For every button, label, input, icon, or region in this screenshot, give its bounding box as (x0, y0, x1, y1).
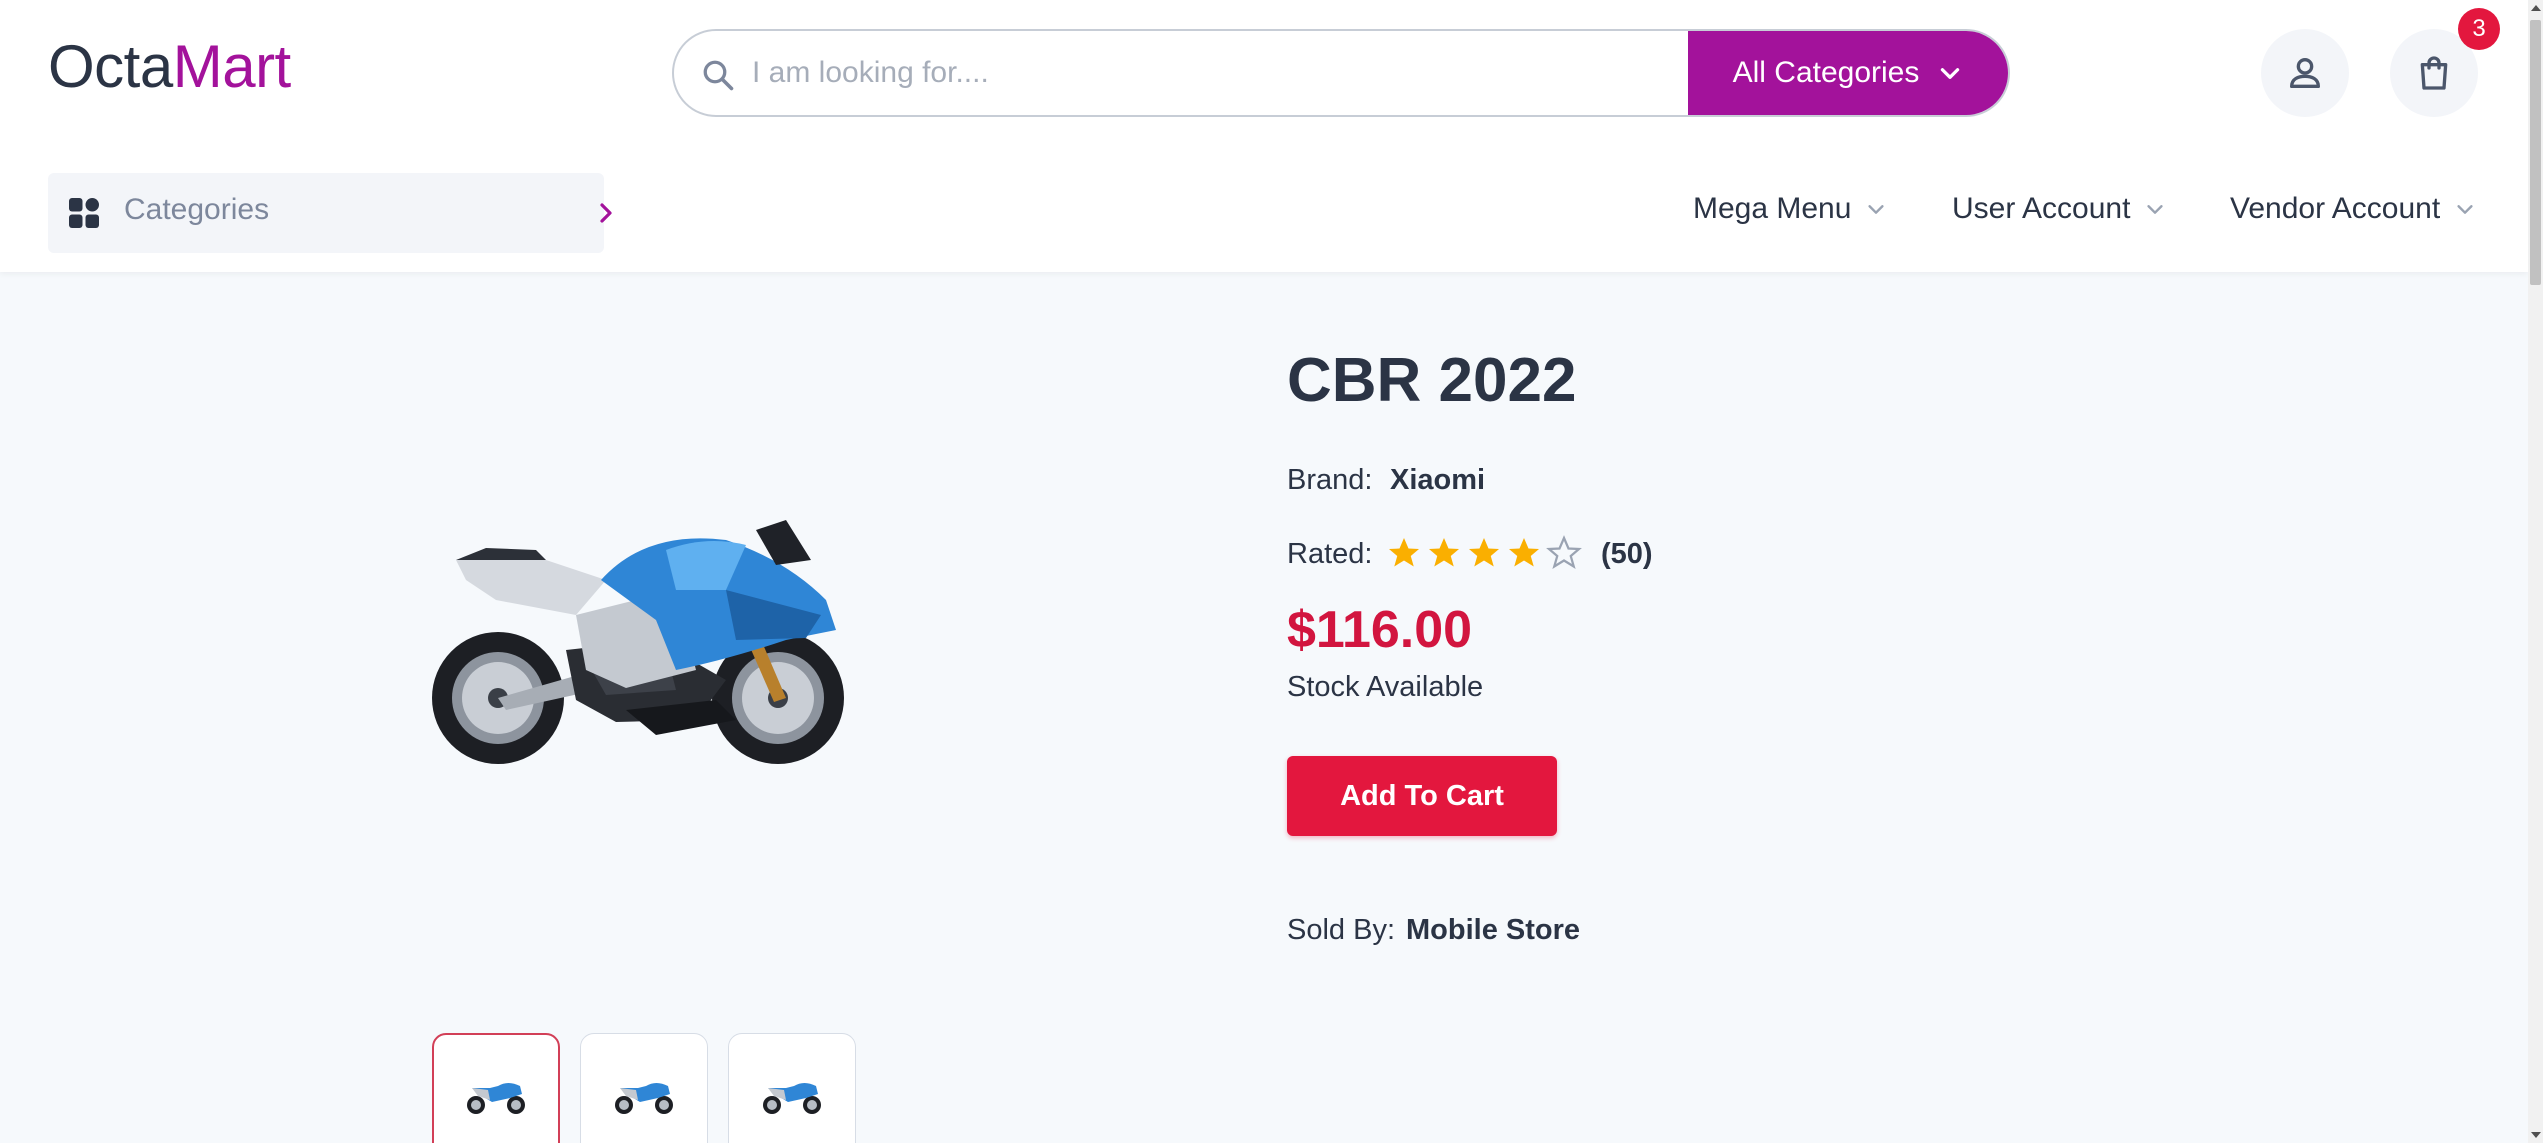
product-thumbnail[interactable] (580, 1033, 708, 1143)
all-categories-dropdown[interactable]: All Categories (1688, 31, 2008, 115)
star-icon (1509, 538, 1539, 567)
nav-user-account-label: User Account (1952, 192, 2131, 225)
nav-mega-menu-label: Mega Menu (1693, 192, 1852, 225)
search-input[interactable] (752, 31, 1652, 115)
product-title: CBR 2022 (1287, 346, 1577, 415)
logo-text-accent: Mart (172, 33, 292, 100)
star-icon (1546, 535, 1582, 569)
page-scrollbar[interactable] (2528, 0, 2543, 1143)
stock-status: Stock Available (1287, 671, 1484, 703)
scrollbar-thumb[interactable] (2530, 20, 2541, 285)
add-to-cart-button[interactable]: Add To Cart (1287, 756, 1557, 836)
account-button[interactable] (2261, 29, 2349, 117)
chevron-down-icon (2457, 205, 2473, 214)
search-bar: All Categories (672, 29, 2010, 117)
logo-text-primary: Octa (48, 33, 173, 100)
search-icon (703, 60, 734, 91)
star-icon (1469, 538, 1499, 567)
chevron-right-icon (600, 203, 612, 223)
categories-menu-button[interactable]: Categories (48, 173, 612, 253)
nav-mega-menu[interactable]: Mega Menu (1693, 192, 1887, 226)
nav-vendor-account-label: Vendor Account (2230, 192, 2441, 225)
grid-icon (69, 198, 99, 228)
sold-by-value[interactable]: Mobile Store (1406, 914, 1580, 947)
nav-user-account[interactable]: User Account (1952, 192, 2166, 226)
product-price: $116.00 (1287, 601, 1473, 659)
scroll-down-arrow[interactable] (2531, 1132, 2541, 1138)
product-thumbnail[interactable] (432, 1033, 560, 1143)
brand-label: Brand: (1287, 464, 1373, 496)
chevron-down-icon (2147, 205, 2164, 214)
star-icon (1429, 538, 1459, 567)
cart-count-badge: 3 (2458, 8, 2500, 50)
star-icon (1389, 538, 1419, 567)
sold-by-label: Sold By: (1287, 914, 1395, 946)
product-main-image (432, 520, 844, 764)
site-header: OctaMart All Categories 3 (0, 0, 2528, 272)
chevron-down-icon (1868, 205, 1885, 214)
categories-label: Categories (124, 193, 270, 226)
rated-label: Rated: (1287, 538, 1373, 570)
shopping-bag-icon (2420, 56, 2448, 90)
product-thumbnail[interactable] (728, 1033, 856, 1143)
user-icon (2290, 57, 2320, 89)
scroll-up-arrow[interactable] (2531, 5, 2541, 11)
star-rating (1386, 535, 1582, 571)
site-logo[interactable]: OctaMart (48, 32, 291, 101)
product-thumbnail-image (763, 1083, 821, 1114)
product-thumbnail-image (467, 1083, 525, 1114)
review-count: (50) (1601, 538, 1653, 570)
all-categories-label: All Categories (1732, 56, 1920, 89)
chevron-down-icon (1941, 68, 1960, 79)
nav-vendor-account[interactable]: Vendor Account (2230, 192, 2476, 226)
brand-value: Xiaomi (1390, 464, 1486, 496)
product-thumbnail-image (615, 1083, 673, 1114)
